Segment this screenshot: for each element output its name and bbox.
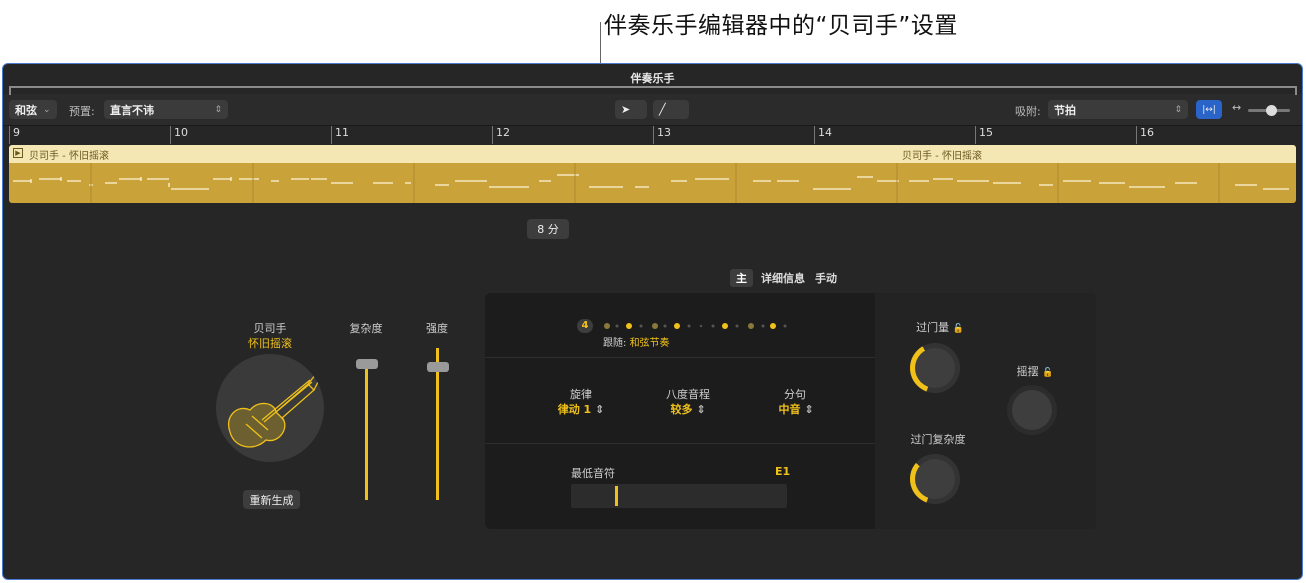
callout-bracket [9, 86, 1297, 95]
updown-icon: ⇕ [1174, 104, 1182, 115]
snap-popup[interactable]: 节拍 ⇕ [1048, 100, 1188, 119]
knob-cap [915, 459, 955, 499]
octave-label: 八度音程 [666, 388, 710, 401]
rhythm-label: 旋律 [570, 388, 592, 401]
fills-complexity-knob[interactable] [910, 454, 960, 504]
swing-title: 摇摆 🔓 [1005, 363, 1065, 379]
preset-label: 预置: [69, 105, 95, 118]
complexity-label: 复杂度 [349, 322, 383, 335]
swing-value-button[interactable]: 8 分 [527, 219, 569, 239]
bass-player-avatar [216, 354, 324, 462]
settings-panel: 4 跟随: 和弦节奏 旋律 律动 1 ⇕ 八度音程 较多 ⇕ 分句 中音 ⇕ 最… [485, 293, 1096, 529]
lowest-note-value: E1 [775, 465, 791, 478]
octave-value: 较多 [670, 403, 693, 416]
ruler-bar: 11 [331, 126, 349, 144]
regenerate-button[interactable]: 重新生成 [243, 490, 300, 509]
ruler-bar: 10 [170, 126, 188, 144]
follow-setting[interactable]: 跟随: 和弦节奏 [603, 334, 670, 349]
octave-popup[interactable]: 较多 ⇕ [653, 401, 723, 417]
window-title: 伴奏乐手 [630, 72, 675, 85]
pencil-tool-menu[interactable]: ╱ [653, 100, 689, 119]
chords-label: 和弦 [15, 103, 37, 117]
updown-icon: ⇕ [804, 403, 814, 416]
zoom-slider-thumb[interactable] [1266, 105, 1277, 116]
zoom-slider[interactable] [1248, 105, 1290, 116]
lowest-note-slider[interactable] [571, 484, 787, 508]
chevron-down-icon: ⌄ [43, 104, 51, 115]
pointer-tool-menu[interactable]: ➤ [615, 100, 647, 119]
catch-icon: |↔| [1202, 104, 1216, 115]
divider [485, 443, 875, 444]
complexity-slider[interactable] [365, 364, 368, 500]
phrasing-value: 中音 [778, 403, 801, 416]
pencil-icon: ╱ [659, 103, 666, 116]
ruler-bar: 16 [1136, 126, 1154, 144]
fills-amount-title: 过门量 🔓 [895, 319, 985, 335]
note-pattern [13, 163, 1289, 203]
divider [485, 357, 875, 358]
region-name: 贝司手 - 怀旧摇滚 [29, 151, 109, 162]
view-tabs: 主 详细信息 手动 [730, 269, 839, 287]
bass-guitar-icon [227, 373, 321, 448]
region-name: 贝司手 - 怀旧摇滚 [902, 151, 982, 162]
preset-value: 直言不讳 [110, 103, 154, 117]
fills-amount-knob[interactable] [910, 343, 960, 393]
ruler-bar: 13 [653, 126, 671, 144]
fills-amount-label: 过门量 [916, 321, 950, 334]
swing-label: 摇摆 [1016, 365, 1039, 378]
ruler-bar: 12 [492, 126, 510, 144]
updown-icon: ⇕ [595, 403, 605, 416]
toolbar: 和弦 ⌄ 预置: 直言不讳 ⇕ ➤ ╱ 吸附: 节拍 ⇕ |↔| ↔ [3, 94, 1302, 126]
follow-label: 跟随: [603, 338, 627, 349]
play-icon: ▶ [13, 148, 23, 158]
snap-value: 节拍 [1054, 103, 1076, 117]
knob-cap [915, 348, 955, 388]
rhythm-popup[interactable]: 律动 1 ⇕ [543, 401, 619, 417]
phrasing-popup[interactable]: 中音 ⇕ [769, 401, 823, 417]
lowest-note-label: 最低音符 [571, 467, 615, 480]
tab-main[interactable]: 主 [730, 269, 753, 287]
preset-popup[interactable]: 直言不讳 ⇕ [104, 100, 228, 119]
phrasing-label: 分句 [784, 388, 806, 401]
ruler-bar: 9 [9, 126, 20, 144]
intensity-label: 强度 [426, 322, 448, 335]
knob-cap [1012, 390, 1052, 430]
player-style[interactable]: 怀旧摇滚 [230, 335, 310, 351]
player-title: 贝司手 [253, 322, 287, 335]
lock-icon: 🔓 [1042, 368, 1054, 378]
lock-icon: 🔓 [952, 324, 964, 334]
ruler-bar: 15 [975, 126, 993, 144]
region-notes[interactable] [9, 163, 1296, 203]
updown-icon: ⇕ [696, 403, 706, 416]
callout-caption: 伴奏乐手编辑器中的“贝司手”设置 [604, 13, 958, 39]
follow-value: 和弦节奏 [629, 338, 670, 349]
tab-manual[interactable]: 手动 [813, 269, 839, 287]
lowest-note-marker[interactable] [615, 486, 618, 506]
updown-icon: ⇕ [214, 104, 222, 115]
rhythm-value: 律动 1 [557, 403, 592, 416]
ruler-bar: 14 [814, 126, 832, 144]
swing-knob[interactable] [1007, 385, 1057, 435]
complexity-slider-thumb[interactable] [356, 359, 378, 369]
tab-details[interactable]: 详细信息 [759, 269, 807, 287]
bar-ruler[interactable]: 9 10 11 12 13 14 15 16 [3, 126, 1302, 144]
snap-label: 吸附: [1015, 105, 1041, 118]
pattern-count-badge[interactable]: 4 [577, 319, 593, 333]
catch-button[interactable]: |↔| [1196, 100, 1222, 119]
region-header[interactable]: ▶ 贝司手 - 怀旧摇滚 贝司手 - 怀旧摇滚 [9, 145, 1296, 163]
fills-complexity-label: 过门复杂度 [910, 433, 966, 446]
horizontal-zoom-icon: ↔ [1232, 101, 1242, 114]
chords-popup[interactable]: 和弦 ⌄ [9, 100, 57, 119]
fills-swing-panel: 过门量 🔓 过门复杂度 摇摆 🔓 [875, 293, 1096, 529]
pointer-icon: ➤ [621, 103, 631, 116]
rhythm-pattern-dots[interactable] [603, 319, 789, 333]
session-player-editor-window: 伴奏乐手 和弦 ⌄ 预置: 直言不讳 ⇕ ➤ ╱ 吸附: 节拍 ⇕ |↔| ↔ … [2, 63, 1303, 580]
intensity-slider-thumb[interactable] [427, 362, 449, 372]
